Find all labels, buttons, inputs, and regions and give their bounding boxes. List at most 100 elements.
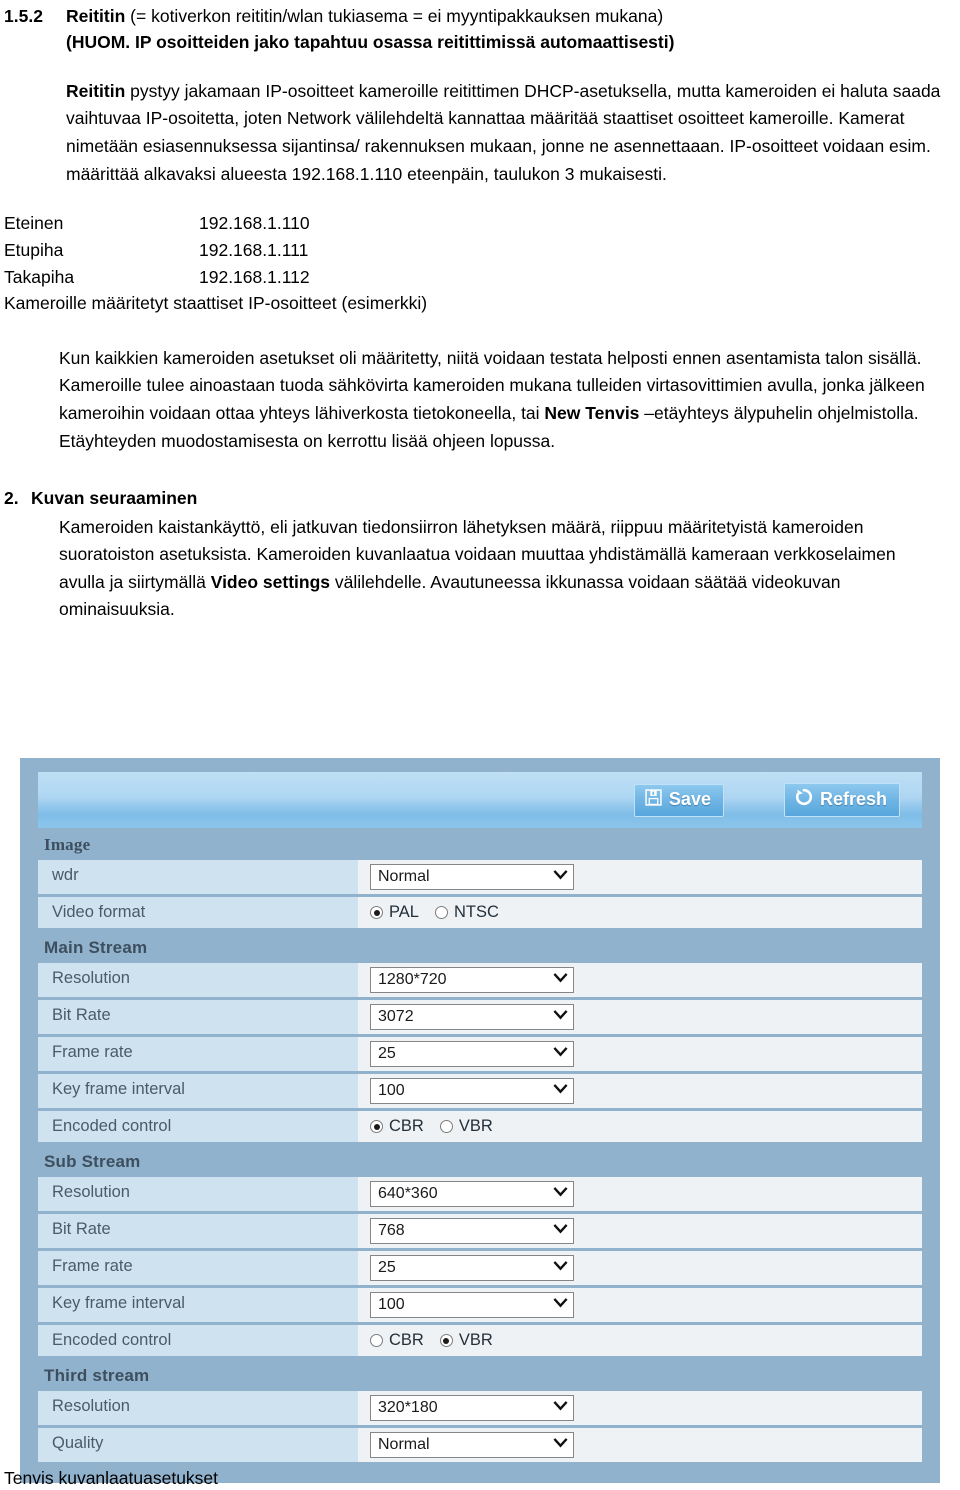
radio-option-label: CBR (389, 1331, 424, 1349)
camera-toolbar: Save Refresh (38, 772, 922, 828)
select-resolution[interactable]: 640*360 (370, 1181, 574, 1207)
section-heading-number: 1.5.2 (4, 6, 43, 26)
section-2-heading: 2. Kuvan seuraaminen (4, 485, 944, 511)
settings-row-label: Resolution (38, 1177, 358, 1211)
floppy-disk-icon (645, 788, 662, 811)
paragraph-testing: Kun kaikkien kameroiden asetukset oli mä… (59, 345, 934, 456)
radio-option-ntsc[interactable]: NTSC (434, 903, 499, 922)
radio-option-cbr[interactable]: CBR (370, 1117, 424, 1136)
radio-option-label: VBR (458, 1117, 493, 1135)
select-value: 25 (378, 1259, 396, 1276)
table-row: Etupiha 192.168.1.111 (4, 237, 944, 264)
chevron-down-icon (553, 1435, 568, 1455)
section-header: Sub Stream (44, 1152, 141, 1171)
paragraph-router-text: pystyy jakamaan IP-osoitteet kameroille … (66, 80, 941, 184)
ip-location-name: Eteinen (4, 213, 64, 234)
settings-row: Bit Rate 3072 (38, 1000, 922, 1034)
radio-option-vbr[interactable]: VBR (439, 1117, 493, 1136)
paragraph-bandwidth-bold: Video settings (210, 571, 331, 592)
select-wdr[interactable]: Normal (370, 864, 574, 890)
radio-group-video-format: PAL NTSC (370, 903, 499, 922)
refresh-circular-arrow-icon (795, 788, 813, 811)
select-value: Normal (378, 868, 430, 885)
chevron-down-icon (553, 1007, 568, 1027)
select-key-frame-interval[interactable]: 100 (370, 1292, 574, 1318)
refresh-button[interactable]: Refresh (783, 783, 900, 817)
radio-option-label: PAL (389, 903, 419, 921)
section-heading-bold-lead: Reititin (66, 6, 126, 26)
chevron-down-icon (553, 970, 568, 990)
select-key-frame-interval[interactable]: 100 (370, 1078, 574, 1104)
table-row: Eteinen 192.168.1.110 (4, 210, 944, 237)
radio-button-icon[interactable] (434, 906, 448, 919)
chevron-down-icon (553, 1221, 568, 1241)
radio-button-icon[interactable] (439, 1334, 453, 1347)
settings-row-label: Bit Rate (38, 1214, 358, 1248)
settings-row: Resolution 1280*720 (38, 963, 922, 997)
settings-row-value: 1280*720 (358, 963, 922, 997)
select-frame-rate[interactable]: 25 (370, 1041, 574, 1067)
settings-sections: Image wdr Normal Video format PAL NTSC Main St… (38, 828, 922, 1462)
ip-address-table: Eteinen 192.168.1.110 Etupiha 192.168.1.… (4, 210, 944, 316)
radio-option-cbr[interactable]: CBR (370, 1331, 424, 1350)
settings-row-label: Encoded control (38, 1111, 358, 1142)
radio-button-icon[interactable] (370, 906, 383, 919)
save-button[interactable]: Save (633, 783, 724, 817)
settings-row-value: CBR VBR (358, 1325, 922, 1356)
settings-row-value: Normal (358, 860, 922, 894)
select-resolution[interactable]: 320*180 (370, 1395, 574, 1421)
chevron-down-icon (553, 1295, 568, 1315)
radio-button-icon[interactable] (370, 1334, 383, 1347)
document-body: 1.5.2 Reititin (= kotiverkon reititin/wl… (0, 0, 960, 624)
select-value: 640*360 (378, 1185, 438, 1202)
settings-row-value: Normal (358, 1428, 922, 1462)
radio-button-icon[interactable] (439, 1120, 453, 1133)
settings-row-label: Resolution (38, 1391, 358, 1425)
section-heading-rest: (= kotiverkon reititin/wlan tukiasema = … (125, 6, 664, 26)
chevron-down-icon (553, 1258, 568, 1278)
chevron-down-icon (553, 1184, 568, 1204)
ip-table-caption: Kameroille määritetyt staattiset IP-osoi… (4, 293, 428, 314)
radio-option-label: CBR (389, 1117, 424, 1135)
section-header: Image (44, 835, 91, 854)
section-subheading: (HUOM. IP osoitteiden jako tapahtuu osas… (66, 32, 675, 53)
radio-option-vbr[interactable]: VBR (439, 1331, 493, 1350)
settings-row-value: 768 (358, 1214, 922, 1248)
chevron-down-icon (553, 1398, 568, 1418)
settings-row-value: 25 (358, 1037, 922, 1071)
select-value: 25 (378, 1045, 396, 1062)
settings-row: wdr Normal (38, 860, 922, 894)
settings-row-label: Bit Rate (38, 1000, 358, 1034)
select-quality[interactable]: Normal (370, 1432, 574, 1458)
section-header: Main Stream (44, 938, 148, 957)
paragraph-testing-bold: New Tenvis (544, 402, 640, 423)
settings-row-label: Key frame interval (38, 1288, 358, 1322)
settings-row-label: Frame rate (38, 1037, 358, 1071)
save-button-label: Save (668, 789, 711, 809)
radio-option-pal[interactable]: PAL (370, 903, 419, 922)
paragraph-router-bold-lead: Reititin (66, 80, 126, 101)
select-bit-rate[interactable]: 3072 (370, 1004, 574, 1030)
radio-group-encoded-control: CBR VBR (370, 1117, 493, 1136)
settings-row: Frame rate 25 (38, 1037, 922, 1071)
settings-row-label: wdr (38, 860, 358, 894)
settings-row-label: Key frame interval (38, 1074, 358, 1108)
radio-option-label: NTSC (453, 903, 499, 921)
radio-button-icon[interactable] (370, 1120, 383, 1133)
settings-row-value: 320*180 (358, 1391, 922, 1425)
select-bit-rate[interactable]: 768 (370, 1218, 574, 1244)
settings-row: Key frame interval 100 (38, 1288, 922, 1322)
select-frame-rate[interactable]: 25 (370, 1255, 574, 1281)
settings-row: Resolution 640*360 (38, 1177, 922, 1211)
select-value: 320*180 (378, 1399, 438, 1416)
select-value: 100 (378, 1082, 405, 1099)
section-heading: 1.5.2 Reititin (= kotiverkon reititin/wl… (4, 4, 944, 29)
select-value: 1280*720 (378, 971, 447, 988)
settings-row-value: CBR VBR (358, 1111, 922, 1142)
radio-group-encoded-control: CBR VBR (370, 1331, 493, 1350)
settings-row-value: 25 (358, 1251, 922, 1285)
select-resolution[interactable]: 1280*720 (370, 967, 574, 993)
settings-row-label: Encoded control (38, 1325, 358, 1356)
section-2-number: 2. (4, 488, 19, 509)
section-heading-text: Reititin (= kotiverkon reititin/wlan tuk… (66, 4, 944, 29)
